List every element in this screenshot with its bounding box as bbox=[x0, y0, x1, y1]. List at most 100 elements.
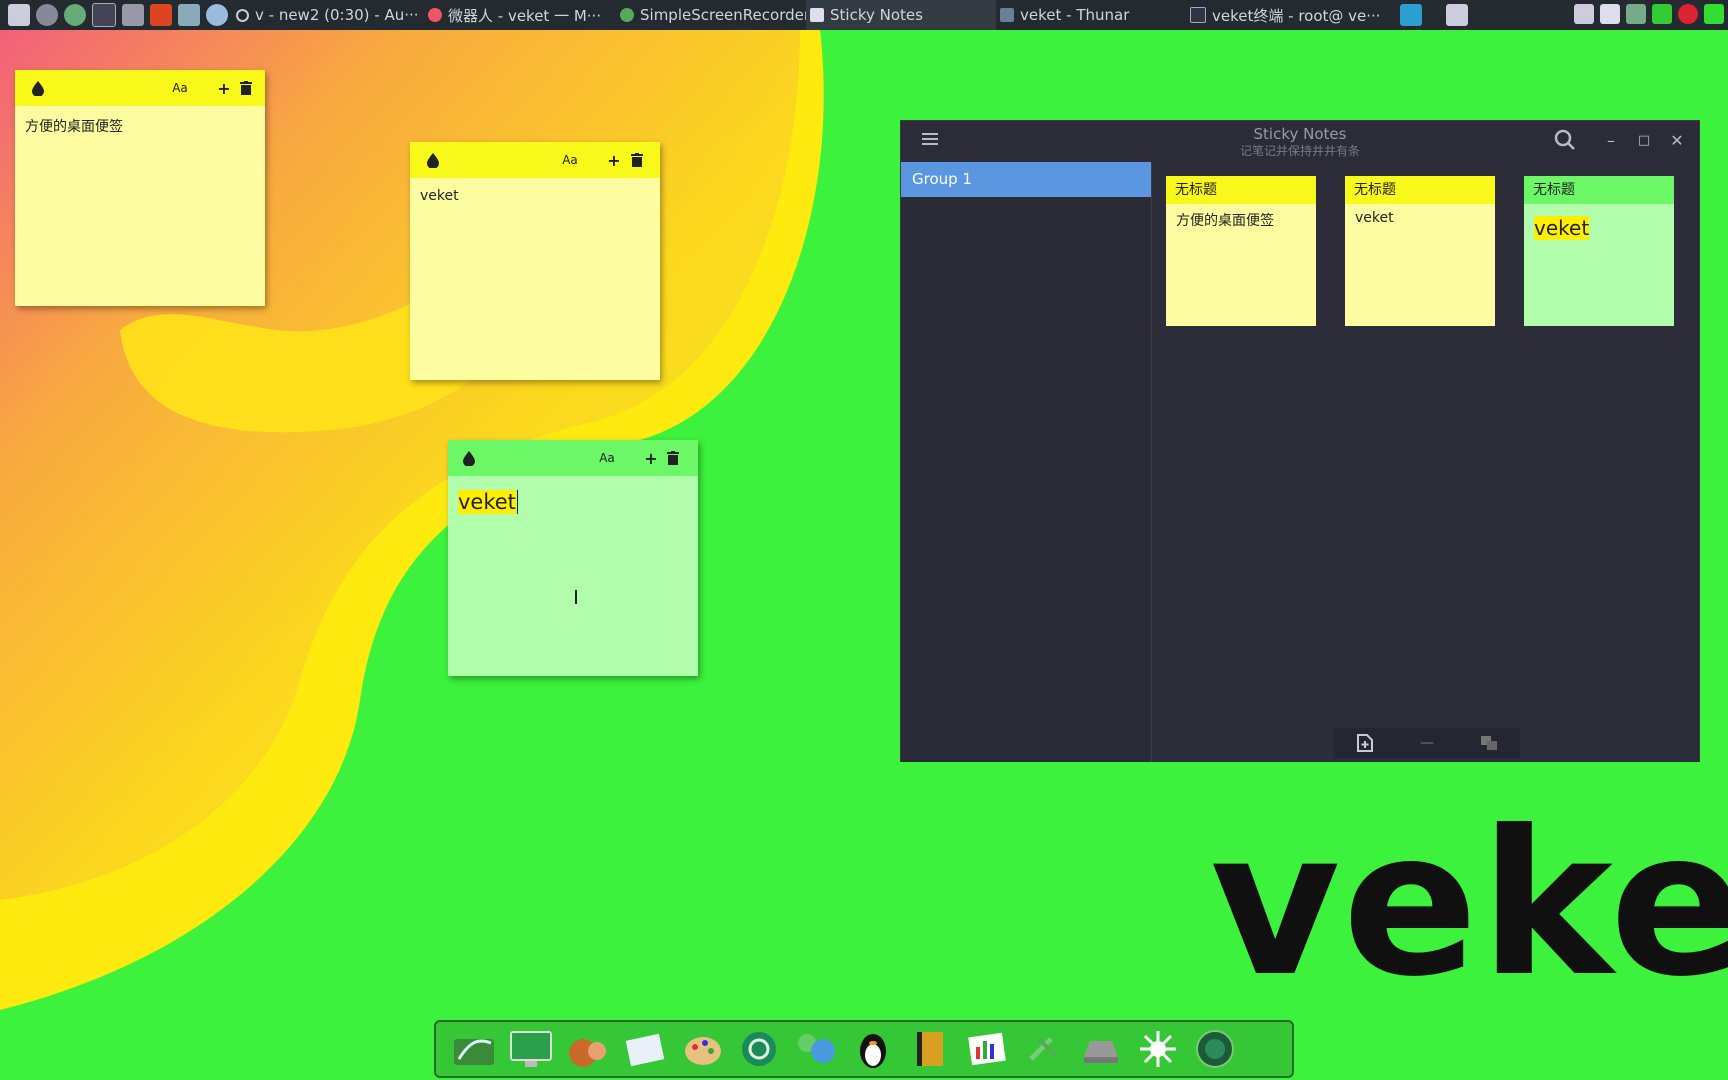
task-recorder[interactable]: v - new2 (0:30) - Au··· bbox=[232, 0, 424, 30]
card-text: veket bbox=[1524, 204, 1674, 246]
card-title: 无标题 bbox=[1166, 176, 1316, 204]
note-toolbar: Aa + bbox=[15, 70, 265, 106]
group-sidebar: Group 1 bbox=[901, 162, 1152, 762]
card-text: veket bbox=[1355, 210, 1394, 226]
power-icon[interactable] bbox=[733, 1026, 785, 1072]
notepad-icon[interactable] bbox=[619, 1026, 671, 1072]
task-terminal[interactable]: veket终端 - root@ ve··· bbox=[1186, 0, 1382, 30]
printer-icon[interactable] bbox=[122, 4, 144, 26]
window-icon[interactable] bbox=[1446, 4, 1468, 26]
task-label: v - new2 (0:30) - Au··· bbox=[255, 6, 419, 24]
task-label: veket终端 - root@ ve··· bbox=[1212, 6, 1381, 25]
task-screen-recorder[interactable]: SimpleScreenRecorder bbox=[616, 0, 806, 30]
note-card[interactable]: 无标题 veket bbox=[1524, 176, 1674, 326]
media-player-icon[interactable] bbox=[64, 4, 86, 26]
note-text[interactable]: 方便的桌面便签 bbox=[15, 106, 265, 146]
window-subtitle: 记笔记并保持井井有条 bbox=[1239, 144, 1360, 158]
terminal-launcher-icon[interactable] bbox=[92, 3, 116, 27]
desktop-note-2[interactable]: Aa + veket bbox=[410, 142, 660, 380]
i-beam-cursor bbox=[575, 590, 577, 604]
battery-icon[interactable] bbox=[1652, 4, 1672, 24]
task-browser[interactable]: 微器人 - veket 一 M··· bbox=[424, 0, 616, 30]
font-size-icon[interactable]: Aa bbox=[167, 70, 193, 106]
system-monitor-icon[interactable] bbox=[8, 4, 30, 26]
sticky-notes-icon bbox=[810, 8, 824, 22]
font-size-icon[interactable]: Aa bbox=[557, 142, 583, 178]
folder-icon bbox=[1000, 8, 1014, 22]
plus-icon[interactable]: + bbox=[214, 70, 234, 106]
highlighted-text: veket bbox=[458, 490, 516, 514]
network-icon[interactable] bbox=[790, 1026, 842, 1072]
notes-bottom-toolbar: — bbox=[1334, 728, 1520, 758]
terminal-icon bbox=[1190, 7, 1206, 23]
maximize-button[interactable]: □ bbox=[1632, 129, 1656, 153]
droplet-icon[interactable] bbox=[28, 70, 48, 106]
highlighted-text: veket bbox=[1534, 216, 1590, 240]
task-label: 微器人 - veket 一 M··· bbox=[448, 6, 602, 25]
browser-launcher-icon[interactable] bbox=[206, 4, 228, 26]
remove-note-icon[interactable]: — bbox=[1396, 728, 1458, 758]
card-text: 方便的桌面便签 bbox=[1176, 213, 1274, 229]
files-icon[interactable] bbox=[448, 1026, 500, 1072]
new-note-icon[interactable] bbox=[1334, 728, 1396, 758]
sticky-notes-window: Sticky Notes 记笔记并保持井井有条 – □ ✕ Group 1 无标… bbox=[900, 120, 1700, 762]
record-icon bbox=[236, 8, 249, 22]
trash-icon[interactable] bbox=[235, 70, 257, 106]
system-tray bbox=[1574, 4, 1724, 24]
screen-toggle-icon[interactable] bbox=[1400, 4, 1422, 26]
chart-icon[interactable] bbox=[961, 1026, 1013, 1072]
note-card[interactable]: 无标题 方便的桌面便签 bbox=[1166, 176, 1316, 326]
vivaldi-icon[interactable] bbox=[150, 4, 172, 26]
droplet-icon[interactable] bbox=[459, 440, 479, 476]
taskbar: v - new2 (0:30) - Au··· 微器人 - veket 一 M·… bbox=[0, 0, 1728, 30]
window-titlebar[interactable]: Sticky Notes 记笔记并保持井井有条 – □ ✕ bbox=[901, 121, 1699, 161]
duplicate-icon[interactable] bbox=[1458, 728, 1520, 758]
droplet-icon[interactable] bbox=[423, 142, 443, 178]
note-text[interactable]: veket bbox=[410, 178, 660, 214]
network-icon[interactable] bbox=[178, 4, 200, 26]
trash-icon[interactable] bbox=[626, 142, 648, 178]
close-button[interactable]: ✕ bbox=[1665, 129, 1689, 153]
paint-icon[interactable] bbox=[676, 1026, 728, 1072]
sidebar-item-group-1[interactable]: Group 1 bbox=[901, 162, 1151, 197]
card-title: 无标题 bbox=[1345, 176, 1495, 204]
settings-icon[interactable] bbox=[1132, 1026, 1184, 1072]
search-icon[interactable] bbox=[1553, 129, 1577, 153]
font-size-icon[interactable]: Aa bbox=[594, 440, 620, 476]
globe-icon[interactable] bbox=[1189, 1026, 1241, 1072]
squirrel-icon[interactable] bbox=[562, 1026, 614, 1072]
task-sticky-notes[interactable]: Sticky Notes bbox=[806, 0, 996, 30]
card-title: 无标题 bbox=[1524, 176, 1674, 204]
monitor-icon[interactable] bbox=[505, 1026, 557, 1072]
note-toolbar: Aa + bbox=[410, 142, 660, 178]
app-dock bbox=[434, 1020, 1294, 1078]
book-icon[interactable] bbox=[904, 1026, 956, 1072]
plus-icon[interactable]: + bbox=[604, 142, 624, 178]
notes-tray-icon[interactable] bbox=[1574, 4, 1594, 24]
power-tray-icon[interactable] bbox=[1678, 4, 1698, 24]
status-indicator-icon[interactable] bbox=[1704, 4, 1724, 24]
trash-icon[interactable] bbox=[662, 440, 684, 476]
minimize-button[interactable]: – bbox=[1599, 129, 1623, 153]
network-tray-icon[interactable] bbox=[1626, 4, 1646, 24]
note-card[interactable]: 无标题 veket bbox=[1345, 176, 1495, 326]
clipboard-icon[interactable] bbox=[1600, 4, 1620, 24]
penguin-icon[interactable] bbox=[847, 1026, 899, 1072]
text-cursor bbox=[516, 490, 518, 514]
task-thunar[interactable]: veket - Thunar bbox=[996, 0, 1186, 30]
note-toolbar: Aa + bbox=[448, 440, 698, 476]
drive-icon[interactable] bbox=[1075, 1026, 1127, 1072]
notes-grid: 无标题 方便的桌面便签 无标题 veket 无标题 veket — bbox=[1152, 162, 1699, 762]
task-label: SimpleScreenRecorder bbox=[640, 6, 806, 24]
plus-icon[interactable]: + bbox=[641, 440, 661, 476]
desktop-note-1[interactable]: Aa + 方便的桌面便签 bbox=[15, 70, 265, 306]
desktop-note-3[interactable]: Aa + veket bbox=[448, 440, 698, 676]
tools-icon[interactable] bbox=[1018, 1026, 1070, 1072]
window-title: Sticky Notes bbox=[1253, 125, 1347, 143]
recorder-icon bbox=[620, 8, 634, 22]
task-label: veket - Thunar bbox=[1020, 6, 1130, 24]
task-label: Sticky Notes bbox=[830, 6, 923, 24]
note-text[interactable]: veket bbox=[448, 476, 698, 524]
wallpaper-logo-text: veket bbox=[1210, 788, 1728, 1021]
settings-icon[interactable] bbox=[36, 4, 58, 26]
